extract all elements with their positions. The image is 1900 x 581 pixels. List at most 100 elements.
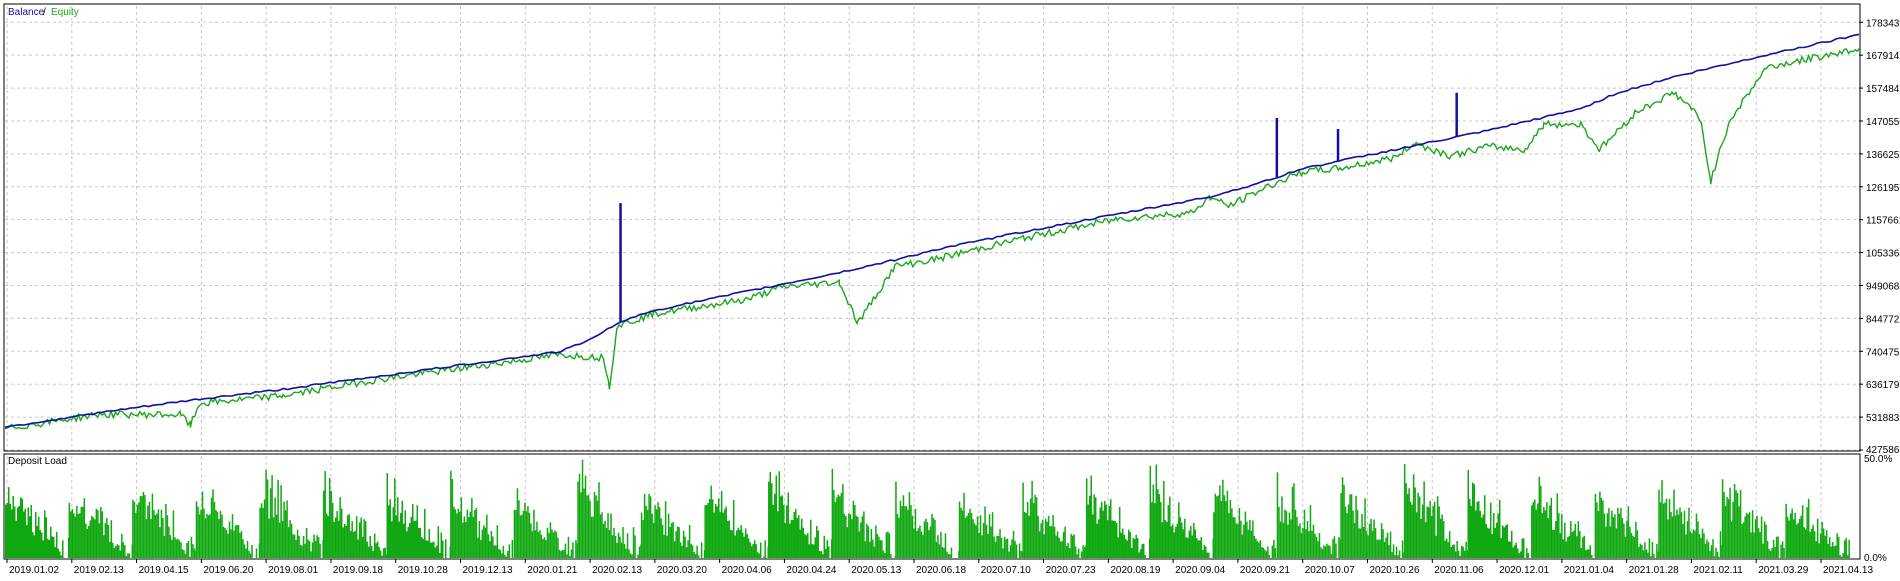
deposit-load-bar	[460, 497, 463, 558]
deposit-load-bar	[1326, 543, 1328, 558]
deposit-load-bar	[1394, 555, 1396, 558]
deposit-load-bar	[521, 514, 523, 558]
deposit-load-bar	[631, 554, 633, 558]
deposit-load-bar	[1644, 542, 1646, 558]
deposit-load-bar	[1785, 503, 1787, 558]
deposit-load-bar	[1448, 531, 1451, 558]
deposit-load-bar	[858, 531, 861, 558]
deposit-load-bar	[1170, 526, 1173, 558]
deposit-load-bar	[972, 519, 974, 558]
deposit-load-bar	[820, 551, 823, 558]
deposit-load-bar	[823, 535, 826, 558]
deposit-load-bar	[192, 544, 194, 558]
deposit-load-bar	[762, 556, 765, 558]
deposit-load-bar	[808, 544, 811, 558]
x-tick-label: 2020.04.24	[786, 565, 836, 576]
deposit-load-bar	[1753, 532, 1755, 558]
deposit-load-bar	[1083, 547, 1086, 558]
deposit-load-bar	[1468, 498, 1471, 558]
deposit-load-bar	[973, 523, 976, 558]
deposit-load-bar	[204, 518, 207, 558]
deposit-load-bar	[1335, 543, 1337, 558]
deposit-load-bar	[961, 510, 964, 558]
deposit-load-bar	[255, 548, 258, 558]
deposit-load-bar	[975, 525, 977, 558]
deposit-load-bar	[1002, 548, 1004, 558]
deposit-load-bar	[1724, 505, 1727, 558]
deposit-load-bar	[1152, 484, 1155, 558]
deposit-load-bar	[1403, 463, 1406, 558]
deposit-load-bar	[1691, 533, 1693, 558]
deposit-load-bar	[1721, 479, 1724, 558]
deposit-load-bar	[1397, 555, 1399, 558]
deposit-load-bar	[243, 544, 246, 558]
deposit-load-bar	[125, 556, 128, 558]
deposit-load-bar	[174, 537, 176, 558]
deposit-load-bar	[614, 535, 617, 558]
deposit-load-bar	[1750, 532, 1752, 558]
deposit-load-bar	[1783, 547, 1785, 558]
deposit-load-bar	[1561, 514, 1563, 558]
deposit-load-bar	[1585, 550, 1587, 558]
deposit-load-bar	[203, 508, 205, 558]
deposit-load-bar	[551, 529, 553, 558]
deposit-load-bar	[361, 536, 364, 558]
deposit-load-bar	[310, 551, 312, 558]
deposit-load-bar	[1258, 542, 1260, 558]
deposit-load-bar	[1087, 504, 1089, 558]
deposit-load-bar	[848, 513, 850, 558]
deposit-load-bar	[1550, 497, 1553, 558]
deposit-load-bar	[507, 550, 509, 558]
deposit-load-bar	[342, 527, 344, 558]
deposit-load-bar	[337, 520, 340, 558]
deposit-load-bar	[389, 499, 392, 558]
deposit-load-bar	[1659, 502, 1662, 558]
deposit-load-bar	[1707, 542, 1710, 558]
deposit-load-bar	[1715, 547, 1717, 558]
deposit-load-bar	[999, 528, 1001, 558]
deposit-load-bar	[1788, 520, 1790, 558]
deposit-load-bar	[1618, 513, 1621, 558]
deposit-load-bar	[882, 550, 885, 558]
deposit-load-bar	[690, 543, 692, 558]
deposit-load-bar	[1486, 527, 1489, 558]
deposit-load-bar	[643, 493, 646, 558]
deposit-load-bar	[967, 512, 970, 558]
deposit-load-bar	[575, 540, 577, 558]
deposit-load-bar	[1423, 481, 1425, 558]
deposit-load-bar	[1133, 539, 1136, 558]
deposit-load-bar	[1308, 531, 1310, 558]
deposit-load-bar	[1491, 534, 1493, 558]
deposit-load-bar	[966, 515, 968, 558]
deposit-load-bar	[679, 542, 682, 558]
deposit-load-bar	[1315, 536, 1318, 558]
deposit-load-bar	[1512, 547, 1514, 558]
deposit-load-bar	[1543, 507, 1545, 558]
deposit-load-bar	[688, 524, 691, 558]
deposit-load-bar	[1653, 553, 1655, 558]
deposit-load-bar	[913, 528, 915, 558]
deposit-load-bar	[746, 534, 748, 558]
deposit-load-bar	[669, 527, 671, 558]
deposit-load-bar	[1465, 541, 1467, 558]
deposit-load-bar	[1813, 531, 1816, 558]
deposit-load-bar	[245, 548, 247, 558]
deposit-load-bar	[753, 540, 756, 558]
deposit-load-bar	[233, 530, 235, 558]
deposit-load-bar	[943, 547, 945, 558]
deposit-load-bar	[1650, 556, 1652, 558]
deposit-load-bar	[508, 544, 511, 558]
deposit-load-bar	[1247, 529, 1250, 558]
deposit-load-bar	[209, 514, 211, 558]
deposit-load-bar	[619, 536, 621, 558]
deposit-load-bar	[1237, 524, 1239, 558]
deposit-load-bar	[317, 536, 320, 558]
deposit-load-bar	[546, 527, 549, 558]
deposit-load-bar	[1470, 505, 1472, 558]
deposit-load-bar	[113, 548, 116, 558]
deposit-load-bar	[530, 523, 532, 558]
deposit-load-bar	[1064, 526, 1066, 558]
deposit-load-bar	[1085, 478, 1088, 558]
deposit-load-bar	[732, 500, 735, 558]
deposit-load-bar	[531, 531, 534, 558]
